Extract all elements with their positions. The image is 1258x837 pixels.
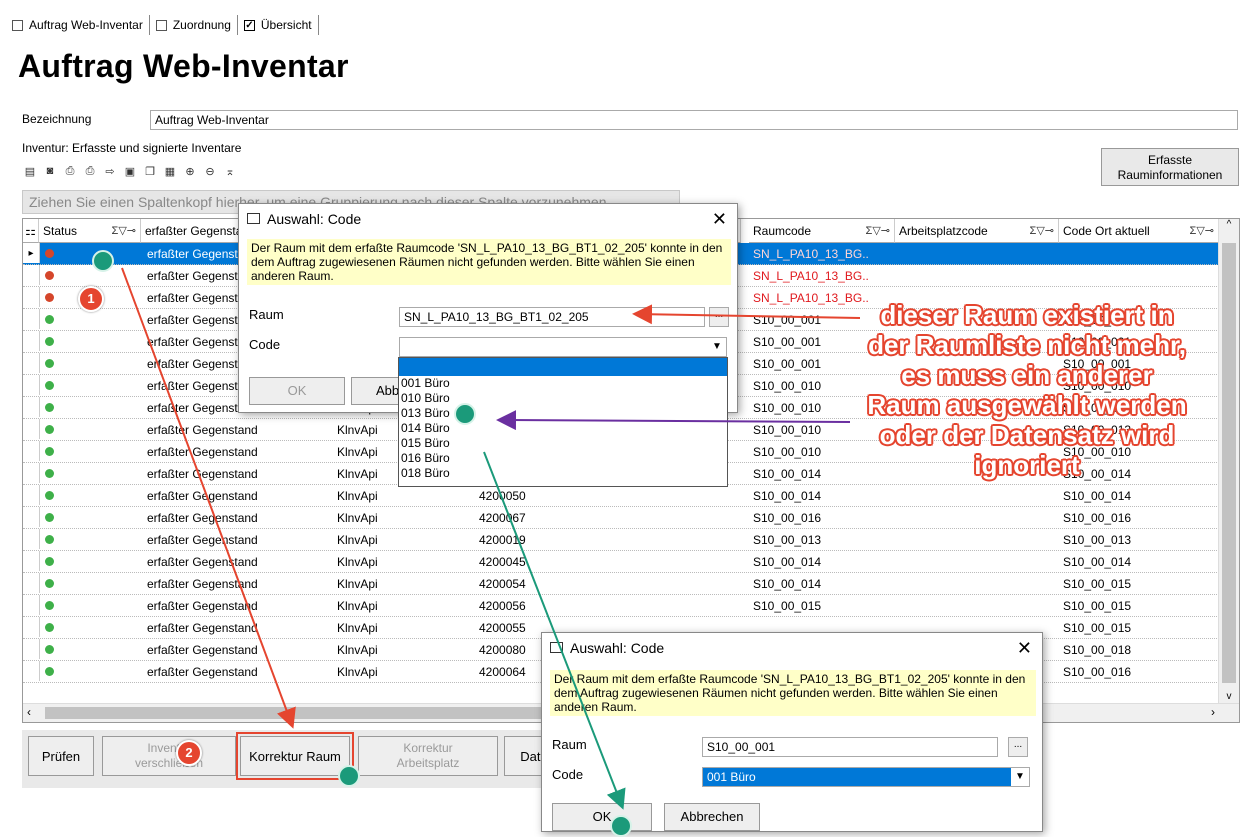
annotation-line: es muss ein anderer <box>901 360 1153 390</box>
arrow-to-korrektur <box>121 267 296 729</box>
step-badge-2: 2 <box>176 740 202 766</box>
annotation-line: Raum ausgewählt werden <box>867 390 1187 420</box>
arrow-to-ok <box>483 451 626 810</box>
arrow-to-raum-field <box>632 304 861 325</box>
annotation-line: oder der Datensatz wird <box>879 420 1175 450</box>
arrow-to-option <box>496 410 851 431</box>
annotation-line: der Raumliste nicht mehr, <box>868 330 1186 360</box>
click-marker <box>610 815 632 837</box>
annotation-line: ignoriert <box>974 450 1080 480</box>
click-marker <box>454 403 476 425</box>
annotation-line: dieser Raum existiert in <box>880 300 1174 330</box>
click-marker <box>92 250 114 272</box>
click-marker <box>338 765 360 787</box>
annotation-text: dieser Raum existiert in der Raumliste n… <box>852 300 1202 480</box>
step-badge-1: 1 <box>78 286 104 312</box>
